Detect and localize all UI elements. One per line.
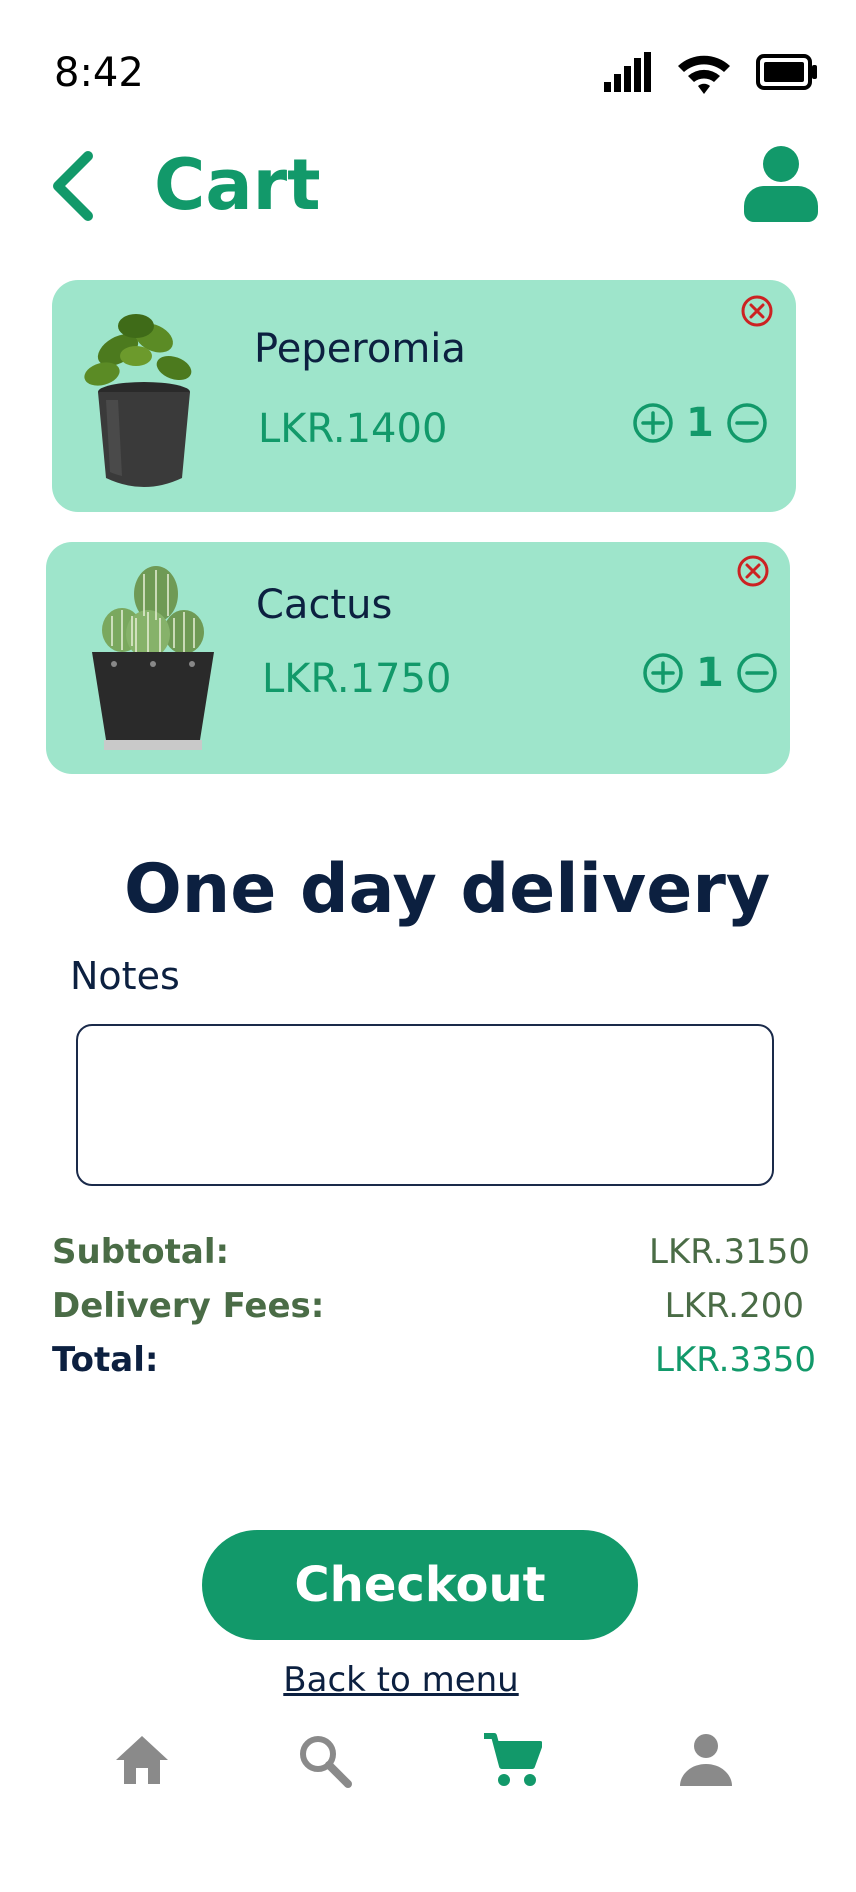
search-icon[interactable] [294, 1730, 354, 1790]
checkout-button[interactable]: Checkout [202, 1530, 638, 1640]
back-chevron-icon[interactable] [48, 150, 96, 222]
quantity-stepper: 1 [642, 650, 778, 696]
quantity-value: 1 [696, 650, 724, 696]
profile-icon[interactable] [744, 146, 818, 222]
minus-circle-icon[interactable] [736, 652, 778, 694]
notes-label: Notes [70, 954, 180, 998]
delivery-fees-label: Delivery Fees: [52, 1286, 325, 1326]
status-time: 8:42 [54, 50, 144, 96]
delivery-heading: One day delivery [124, 850, 771, 929]
quantity-value: 1 [686, 400, 714, 446]
product-name: Peperomia [254, 326, 466, 372]
minus-circle-icon[interactable] [726, 402, 768, 444]
total-value: LKR.3350 [655, 1340, 816, 1380]
notes-field[interactable] [76, 1024, 774, 1186]
plus-circle-icon[interactable] [642, 652, 684, 694]
subtotal-value: LKR.3150 [649, 1232, 810, 1272]
page-title: Cart [154, 144, 321, 226]
product-name: Cactus [256, 582, 393, 628]
plus-circle-icon[interactable] [632, 402, 674, 444]
peperomia-plant-image [84, 314, 192, 487]
home-icon[interactable] [112, 1730, 172, 1790]
total-label: Total: [52, 1340, 159, 1380]
product-price: LKR.1750 [262, 656, 452, 702]
cactus-plant-image [92, 566, 214, 750]
wifi-icon [678, 55, 730, 94]
battery-icon [756, 54, 817, 90]
user-icon[interactable] [676, 1730, 736, 1790]
product-price: LKR.1400 [258, 406, 448, 452]
back-to-menu-link[interactable]: Back to menu [0, 1660, 802, 1700]
delivery-fees-value: LKR.200 [664, 1286, 804, 1326]
quantity-stepper: 1 [632, 400, 768, 446]
cart-icon[interactable] [482, 1730, 542, 1790]
remove-item-icon[interactable] [736, 554, 770, 588]
cellular-signal-icon [604, 52, 651, 92]
subtotal-label: Subtotal: [52, 1232, 230, 1272]
cart-item-card: Peperomia LKR.1400 1 [52, 280, 796, 512]
remove-item-icon[interactable] [740, 294, 774, 328]
cart-item-card: Cactus LKR.1750 1 [46, 542, 790, 774]
